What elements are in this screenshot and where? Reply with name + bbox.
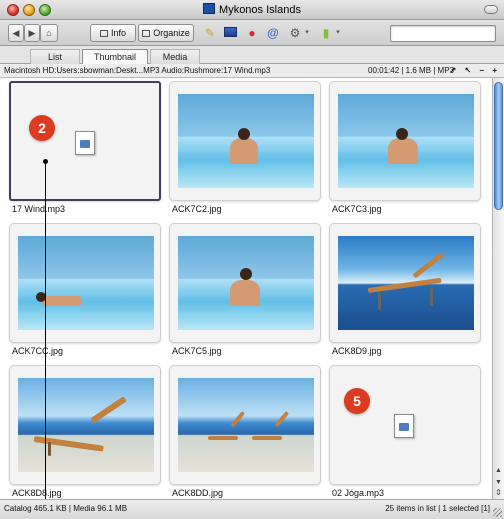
battery-menu-arrow-icon[interactable]: ▾: [330, 25, 346, 41]
thumbnail-filename: 02 Jóga.mp3: [332, 488, 385, 498]
photo-woman-pool: [338, 94, 474, 188]
callout-pointer-line: [45, 161, 46, 517]
photo-woman-pool: [178, 94, 314, 188]
path-bar: Macintosh HD:Users:sbowman:Deskt...MP3 A…: [0, 64, 504, 78]
thumbnail-item[interactable]: ACK8D8.jpg: [6, 362, 162, 499]
item-count-status: 25 items in list | 1 selected [1]: [385, 504, 490, 513]
scroll-thumb[interactable]: [494, 82, 503, 210]
thumbnail-filename: ACK8D8.jpg: [12, 488, 62, 498]
photo-lounge-chair-deck: [18, 378, 154, 472]
forward-button[interactable]: ▶: [24, 24, 40, 42]
zoom-icon[interactable]: ⇕: [494, 488, 503, 497]
back-button[interactable]: ◀: [8, 24, 24, 42]
thumbnail-frame: [9, 81, 161, 201]
callout-badge: 5: [344, 388, 370, 414]
tab-list[interactable]: List: [30, 49, 80, 64]
catalog-icon: [203, 3, 216, 14]
thumbnail-frame: [169, 81, 321, 201]
toolbar-toggle-button[interactable]: [484, 5, 498, 14]
photo-chairs-beach: [178, 378, 314, 472]
thumbnail-frame: [329, 223, 481, 343]
title-bar: Mykonos Islands: [0, 0, 504, 20]
thumbnail-frame: [9, 223, 161, 343]
thumbnail-item[interactable]: ACK7C3.jpg: [326, 78, 482, 218]
info-button[interactable]: Info: [90, 24, 136, 42]
back-arrow-icon: ◀: [12, 28, 20, 38]
thumbnail-item[interactable]: ACK7C2.jpg: [166, 78, 322, 218]
thumbnail-filename: ACK8DD.jpg: [172, 488, 224, 498]
thumbnail-item[interactable]: 17 Wind.mp3 2: [6, 78, 162, 218]
search-input[interactable]: [391, 26, 495, 41]
scroll-up-arrow-icon[interactable]: ▲: [494, 466, 503, 475]
email-icon[interactable]: @: [265, 25, 281, 41]
organize-button[interactable]: Organize: [138, 24, 194, 42]
thumbnail-frame: [169, 365, 321, 485]
thumbnail-frame: [169, 223, 321, 343]
burn-icon[interactable]: ●: [244, 25, 260, 41]
thumbnail-frame: [329, 81, 481, 201]
thumbnail-frame: [9, 365, 161, 485]
thumbnail-item[interactable]: ACK7C5.jpg: [166, 220, 322, 360]
organize-panel-icon: [142, 30, 151, 37]
toolbar: ◀ ▶ ⌂ Info Organize ✎ ● @ ⚙ ▾ ▮ ▾: [0, 20, 504, 46]
search-field[interactable]: [390, 25, 496, 42]
thumbnail-item[interactable]: 02 Jóga.mp3 5: [326, 362, 482, 499]
thumbnail-item[interactable]: ACK8DD.jpg: [166, 362, 322, 499]
thumbnail-item[interactable]: ACK8D9.jpg: [326, 220, 482, 360]
thumbnail-filename: ACK8D9.jpg: [332, 346, 382, 356]
thumbnail-filename: ACK7C5.jpg: [172, 346, 222, 356]
tab-thumbnail[interactable]: Thumbnail: [82, 49, 148, 65]
thumbnail-filename: ACK7C3.jpg: [332, 204, 382, 214]
photo-woman-pool: [178, 236, 314, 330]
script-menu-arrow-icon[interactable]: ▾: [299, 25, 315, 41]
thumbnail-item[interactable]: ACK7CC.jpg: [6, 220, 162, 360]
window-title-wrap: Mykonos Islands: [0, 3, 504, 16]
photo-lounge-chair-sea: [338, 236, 474, 330]
pencil-icon[interactable]: ✎: [202, 25, 218, 41]
window-title: Mykonos Islands: [219, 4, 301, 16]
thumbnail-frame: [329, 365, 481, 485]
mp3-file-icon: [394, 414, 414, 438]
info-button-label: Info: [110, 28, 126, 38]
view-tab-bar: List Thumbnail Media: [0, 46, 504, 65]
thumbnail-grid: 17 Wind.mp3 2 ACK7C2.jpg ACK7C3.jpg ACK7…: [0, 78, 492, 499]
callout-badge: 2: [29, 115, 55, 141]
catalog-size-status: Catalog 465.1 KB | Media 96.1 MB: [4, 504, 128, 513]
home-icon: ⌂: [46, 28, 52, 38]
thumbnail-filename: ACK7CC.jpg: [12, 346, 64, 356]
resize-grip-icon[interactable]: [493, 508, 502, 517]
slideshow-icon[interactable]: [222, 25, 238, 41]
file-path: Macintosh HD:Users:sbowman:Deskt...MP3 A…: [4, 66, 271, 75]
photo-person-lying-pool: [18, 236, 154, 330]
scroll-down-arrow-icon[interactable]: ▼: [494, 478, 503, 487]
vertical-scrollbar[interactable]: ▲ ▼ ⇕: [492, 78, 504, 499]
mp3-file-icon: [75, 131, 95, 155]
path-controls[interactable]: ↗ ↖ − +: [450, 64, 500, 77]
tab-media[interactable]: Media: [150, 49, 200, 64]
forward-arrow-icon: ▶: [28, 28, 36, 38]
thumbnail-filename: ACK7C2.jpg: [172, 204, 222, 214]
organize-button-label: Organize: [153, 28, 190, 38]
file-meta: 00:01:42 | 1.6 MB | MP3: [368, 66, 454, 75]
info-panel-icon: [99, 30, 108, 37]
thumbnail-filename: 17 Wind.mp3: [12, 204, 66, 214]
status-bar: Catalog 465.1 KB | Media 96.1 MB 25 item…: [0, 499, 504, 519]
home-button[interactable]: ⌂: [40, 24, 58, 42]
